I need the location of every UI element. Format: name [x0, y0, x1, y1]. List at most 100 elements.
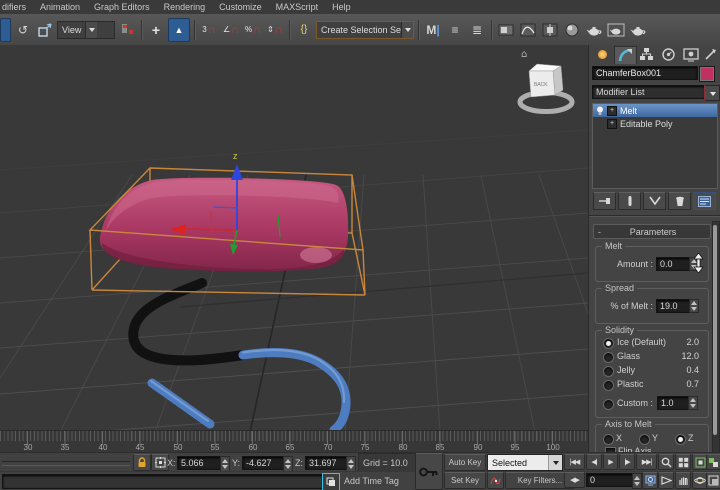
use-pivot-center-icon[interactable] — [117, 19, 137, 41]
toggle-set-key-mode-button[interactable] — [415, 453, 443, 490]
y-coordinate-field[interactable]: -4.627 — [242, 456, 286, 470]
custom-solidity-field[interactable]: 1.0 — [657, 396, 691, 410]
radio-ice[interactable] — [603, 338, 614, 349]
current-frame-field[interactable]: 0 — [586, 473, 636, 487]
radio-jelly[interactable] — [603, 366, 614, 377]
radio-glass[interactable] — [603, 352, 614, 363]
object-name-field[interactable]: ChamferBox001 — [592, 66, 698, 80]
amount-field[interactable]: 0.0 — [656, 257, 692, 271]
zoom-icon[interactable] — [658, 454, 674, 470]
add-time-tag[interactable]: Add Time Tag — [344, 476, 399, 486]
menu-rendering[interactable]: Rendering — [164, 2, 206, 12]
lightbulb-icon[interactable] — [596, 106, 604, 116]
auto-key-button[interactable]: Auto Key — [444, 454, 486, 471]
edit-named-selections-icon[interactable]: {} — [294, 19, 314, 41]
percent-snap-icon[interactable]: %∩ — [243, 19, 263, 41]
menu-modifiers[interactable]: difiers — [2, 2, 26, 12]
pin-stack-icon[interactable] — [593, 192, 616, 210]
expand-icon[interactable]: + — [607, 119, 617, 129]
radio-axis-z[interactable] — [675, 434, 686, 445]
menu-animation[interactable]: Animation — [40, 2, 80, 12]
tab-motion[interactable] — [658, 46, 679, 63]
render-setup-teapot-icon[interactable] — [584, 19, 604, 41]
z-coordinate-field[interactable]: 31.697 — [305, 456, 349, 470]
maximize-viewport-icon[interactable] — [706, 472, 720, 489]
play-button[interactable]: ▶ — [603, 454, 618, 470]
perspective-viewport[interactable]: z ⌂ BACK — [0, 45, 588, 432]
goto-end-button[interactable]: ▶▶| — [636, 454, 657, 470]
scrollbar-thumb[interactable] — [713, 225, 717, 435]
modifier-list-dropdown[interactable]: Modifier List — [592, 85, 706, 99]
parameters-rollout-header[interactable]: - Parameters — [593, 224, 711, 239]
material-editor-icon[interactable] — [562, 19, 582, 41]
radio-plastic[interactable] — [603, 380, 614, 391]
spinner-snap-icon[interactable]: ⇕∩ — [265, 19, 285, 41]
tab-modify[interactable] — [614, 46, 637, 64]
isolate-selection-icon[interactable] — [322, 473, 340, 490]
tab-utilities[interactable] — [702, 46, 719, 63]
home-icon[interactable]: ⌂ — [521, 49, 527, 60]
curve-editor-icon[interactable] — [518, 19, 538, 41]
schematic-view-icon[interactable] — [540, 19, 560, 41]
rotate-icon[interactable]: ↺ — [13, 19, 33, 41]
previous-frame-button[interactable]: ◀| — [586, 454, 602, 470]
layer-manager-icon[interactable]: ≣ — [467, 19, 487, 41]
menu-help[interactable]: Help — [332, 2, 351, 12]
field-of-view-icon[interactable] — [658, 472, 674, 489]
tab-hierarchy[interactable] — [636, 46, 657, 63]
percent-of-melt-spinner[interactable] — [689, 299, 699, 313]
next-frame-button[interactable]: |▶ — [619, 454, 635, 470]
x-coordinate-field[interactable]: 5.066 — [177, 456, 223, 470]
snap-toggle-3d-icon[interactable]: 3∩ — [199, 19, 219, 41]
remove-modifier-icon[interactable] — [668, 192, 691, 210]
key-mode-toggle-icon[interactable]: ◀▶ — [564, 472, 585, 488]
percent-of-melt-field[interactable]: 19.0 — [656, 299, 692, 313]
current-frame-spinner[interactable] — [632, 473, 642, 489]
radio-axis-y[interactable] — [639, 434, 650, 445]
modifier-list-arrow[interactable] — [704, 85, 720, 101]
mirror-icon[interactable]: M| — [423, 19, 443, 41]
zoom-all-icon[interactable] — [675, 454, 691, 470]
tab-display[interactable] — [680, 46, 701, 63]
set-key-button[interactable]: Set Key — [444, 472, 486, 489]
y-coordinate-spinner[interactable] — [283, 456, 293, 472]
chevron-down-icon[interactable] — [85, 22, 97, 38]
panel-scrollbar[interactable] — [712, 221, 720, 454]
align-icon[interactable]: ≡ — [445, 19, 465, 41]
keyboard-override-icon[interactable]: ▲ — [168, 18, 190, 42]
key-filters-curve-icon[interactable] — [487, 472, 504, 489]
angle-snap-icon[interactable]: ∠∩ — [221, 19, 241, 41]
selection-lock-icon[interactable] — [133, 454, 151, 471]
time-configuration-icon[interactable] — [642, 472, 658, 489]
selection-filter-dropdown[interactable]: Selected — [487, 454, 563, 471]
select-manipulate-icon[interactable]: + — [146, 19, 166, 41]
configure-modifier-sets-icon[interactable] — [693, 192, 716, 210]
x-coordinate-spinner[interactable] — [220, 456, 230, 472]
track-bar-timeline[interactable]: 30 35 40 45 50 55 60 65 70 75 80 85 90 9… — [0, 430, 588, 453]
rendered-frame-window-icon[interactable] — [606, 19, 626, 41]
zoom-extents-all-icon[interactable] — [706, 454, 720, 470]
make-unique-icon[interactable] — [643, 192, 666, 210]
collapse-icon[interactable]: - — [598, 227, 608, 237]
reference-coordsys-dropdown[interactable]: View — [57, 21, 115, 39]
show-end-result-icon[interactable] — [618, 192, 641, 210]
menu-customize[interactable]: Customize — [219, 2, 262, 12]
z-coordinate-spinner[interactable] — [346, 456, 356, 472]
graphite-modeling-icon[interactable] — [496, 19, 516, 41]
custom-solidity-spinner[interactable] — [688, 396, 698, 410]
modifier-stack-item-melt[interactable]: + Melt — [593, 104, 717, 117]
select-move-button[interactable] — [0, 18, 11, 42]
modifier-stack-item-editable-poly[interactable]: + Editable Poly — [593, 117, 717, 130]
radio-axis-x[interactable] — [603, 434, 614, 445]
menu-graph-editors[interactable]: Graph Editors — [94, 2, 150, 12]
radio-custom[interactable] — [603, 399, 614, 410]
tab-create[interactable] — [592, 46, 613, 63]
chamferbox-object[interactable] — [100, 178, 348, 271]
chevron-down-icon[interactable] — [401, 22, 413, 38]
goto-start-button[interactable]: |◀◀ — [564, 454, 585, 470]
menu-maxscript[interactable]: MAXScript — [276, 2, 319, 12]
viewcube-face-label[interactable]: BACK — [534, 82, 548, 88]
scale-icon[interactable] — [35, 19, 55, 41]
pan-hand-icon[interactable] — [675, 472, 691, 489]
named-selection-set-dropdown[interactable]: Create Selection Se — [316, 21, 414, 39]
